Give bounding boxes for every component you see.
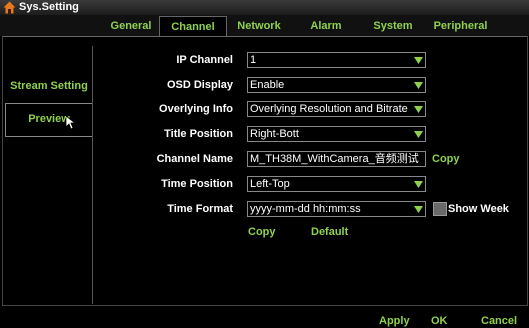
ok-button[interactable]: OK <box>431 315 448 327</box>
apply-button[interactable]: Apply <box>379 315 410 327</box>
channel-name-input[interactable]: M_TH38M_WithCamera_音频测试 <box>247 151 426 167</box>
show-week-label: Show Week <box>448 203 509 215</box>
time-position-label: Time Position <box>161 178 233 190</box>
channel-name-label: Channel Name <box>156 153 233 165</box>
overlying-info-label: Overlying Info <box>159 103 233 115</box>
ip-channel-label: IP Channel <box>176 54 233 66</box>
triangle-down-icon <box>414 206 423 213</box>
ip-channel-select[interactable]: 1 <box>247 52 426 68</box>
show-week-checkbox[interactable] <box>433 202 447 216</box>
tab-alarm[interactable]: Alarm <box>294 16 358 36</box>
tab-network[interactable]: Network <box>228 16 290 36</box>
time-position-value: Left-Top <box>250 178 290 190</box>
osd-display-select[interactable]: Enable <box>247 77 426 93</box>
triangle-down-icon <box>414 131 423 138</box>
overlying-info-value: Overlying Resolution and Bitrate <box>250 103 408 115</box>
cancel-button[interactable]: Cancel <box>481 315 517 327</box>
time-format-value: yyyy-mm-dd hh:mm:ss <box>250 203 361 215</box>
title-position-value: Right-Bott <box>250 128 299 140</box>
default-button[interactable]: Default <box>311 226 348 238</box>
sidebar-item-preview[interactable]: Preview <box>7 104 91 134</box>
home-icon <box>3 1 16 14</box>
title-bar: Sys.Setting <box>0 0 529 16</box>
triangle-down-icon <box>414 82 423 89</box>
window-title: Sys.Setting <box>19 1 79 13</box>
tab-channel[interactable]: Channel <box>159 16 227 37</box>
time-format-label: Time Format <box>167 203 233 215</box>
title-position-select[interactable]: Right-Bott <box>247 126 426 142</box>
time-format-select[interactable]: yyyy-mm-dd hh:mm:ss <box>247 201 426 217</box>
tab-bar: General Channel Network Alarm System Per… <box>0 15 529 37</box>
tab-system[interactable]: System <box>362 16 424 36</box>
footer-bar: Apply OK Cancel <box>0 305 529 328</box>
channel-name-value: M_TH38M_WithCamera_音频测试 <box>250 153 419 165</box>
osd-display-value: Enable <box>250 79 285 91</box>
copy-button[interactable]: Copy <box>248 226 276 238</box>
sidebar-item-stream-setting[interactable]: Stream Setting <box>7 71 91 101</box>
triangle-down-icon <box>414 181 423 188</box>
sidebar-divider <box>92 46 93 304</box>
title-position-label: Title Position <box>164 128 233 140</box>
tab-peripheral[interactable]: Peripheral <box>428 16 493 36</box>
ip-channel-value: 1 <box>250 54 257 66</box>
channel-name-copy-button[interactable]: Copy <box>432 153 460 165</box>
triangle-down-icon <box>414 57 423 64</box>
time-position-select[interactable]: Left-Top <box>247 176 426 192</box>
overlying-info-select[interactable]: Overlying Resolution and Bitrate <box>247 101 426 117</box>
mouse-cursor-icon <box>66 116 76 130</box>
tab-general[interactable]: General <box>97 16 165 36</box>
triangle-down-icon <box>414 106 423 113</box>
osd-display-label: OSD Display <box>166 79 233 91</box>
